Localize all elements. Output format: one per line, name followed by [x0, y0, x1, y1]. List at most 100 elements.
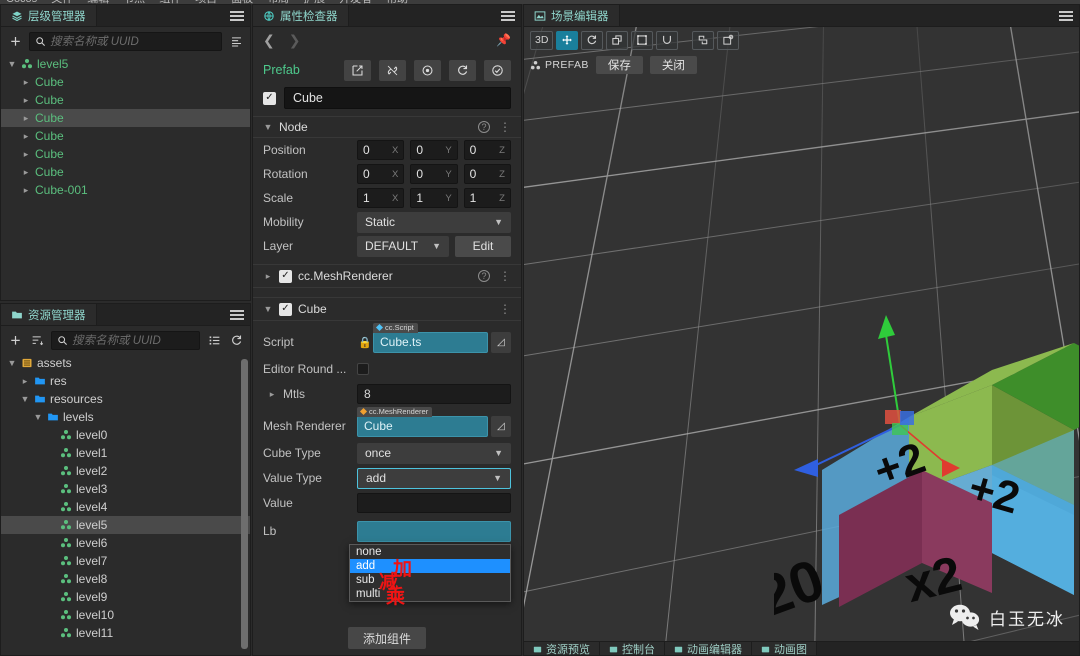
value-type-option-none[interactable]: none — [350, 545, 510, 559]
chevron-down-icon[interactable]: ▼ — [263, 304, 273, 314]
node-section-header[interactable]: ▼ Node ? ⋮ — [253, 116, 521, 138]
asset-item-level3[interactable]: ▸level3 — [1, 480, 250, 498]
hierarchy-node-cube[interactable]: ▸ Cube — [1, 163, 250, 181]
mobility-select[interactable]: Static ▼ — [357, 211, 511, 233]
help-icon[interactable]: ? — [478, 121, 490, 133]
rotation-z-input[interactable]: 0Z — [463, 164, 511, 184]
position-z-input[interactable]: 0Z — [463, 140, 511, 160]
cube-type-select[interactable]: once ▼ — [357, 442, 511, 464]
hierarchy-filter-button[interactable] — [228, 33, 244, 49]
reset-prefab-button[interactable] — [449, 59, 476, 81]
rotate-tool-button[interactable] — [581, 30, 604, 50]
locate-prefab-button[interactable] — [414, 59, 441, 81]
hierarchy-node-cube-001[interactable]: ▸ Cube-001 — [1, 181, 250, 199]
component-options-icon[interactable]: ⋮ — [499, 270, 511, 282]
scene-viewport[interactable]: +2 +2 x2 20 3D PREFAB 保存 关闭 白玉无冰 资源预览 控制… — [524, 27, 1079, 655]
chevron-right-icon[interactable]: ▸ — [21, 167, 31, 178]
value-type-option-add[interactable]: add — [350, 559, 510, 573]
bottom-tab-动画图[interactable]: 动画图 — [752, 642, 817, 655]
value-type-option-sub[interactable]: sub — [350, 573, 510, 587]
position-x-input[interactable]: 0X — [357, 140, 405, 160]
asset-item-levels[interactable]: ▼ levels — [1, 408, 250, 426]
move-tool-button[interactable] — [556, 30, 579, 50]
scale-x-input[interactable]: 1X — [357, 188, 405, 208]
unlink-prefab-button[interactable] — [379, 59, 406, 81]
scene-toolbar[interactable]: 3D — [524, 27, 1079, 53]
position-y-input[interactable]: 0Y — [410, 140, 458, 160]
cube-enabled-checkbox[interactable]: ✓ — [279, 302, 292, 316]
anchor-mode-button[interactable] — [692, 30, 715, 50]
apply-prefab-button[interactable] — [484, 59, 511, 81]
mesh-renderer-picker-button[interactable]: ◿ — [491, 415, 511, 437]
tab-assets[interactable]: 资源管理器 — [1, 304, 97, 325]
asset-item-assets[interactable]: ▼ assets — [1, 354, 250, 372]
chevron-right-icon[interactable]: ▸ — [21, 95, 31, 106]
node-options-icon[interactable]: ⋮ — [499, 121, 511, 133]
coord-mode-button[interactable] — [717, 30, 740, 50]
chevron-right-icon[interactable]: ❯ — [289, 32, 301, 49]
asset-item-level4[interactable]: ▸level4 — [1, 498, 250, 516]
lb-asset-field[interactable] — [357, 520, 511, 542]
hierarchy-node-level5[interactable]: ▼ level5 — [1, 55, 250, 73]
rotation-x-input[interactable]: 0X — [357, 164, 405, 184]
chevron-left-icon[interactable]: ❮ — [263, 32, 275, 49]
inspector-menu-button[interactable] — [495, 5, 521, 26]
hierarchy-node-cube[interactable]: ▸ Cube — [1, 73, 250, 91]
chevron-down-icon[interactable]: ▼ — [7, 59, 17, 69]
asset-item-resources[interactable]: ▼ resources — [1, 390, 250, 408]
scale-z-input[interactable]: 1Z — [463, 188, 511, 208]
tab-scene-editor[interactable]: 场景编辑器 — [524, 5, 620, 26]
asset-item-level2[interactable]: ▸level2 — [1, 462, 250, 480]
value-type-select[interactable]: add ▼ — [357, 467, 511, 489]
component-options-icon[interactable]: ⋮ — [499, 303, 511, 315]
asset-item-level1[interactable]: ▸level1 — [1, 444, 250, 462]
hierarchy-search-input[interactable]: 搜索名称或 UUID — [29, 31, 222, 51]
node-name-input[interactable]: Cube — [284, 87, 511, 109]
chevron-right-icon[interactable]: ▸ — [20, 376, 30, 387]
script-picker-button[interactable]: ◿ — [491, 331, 511, 353]
asset-item-level8[interactable]: ▸level8 — [1, 570, 250, 588]
mtls-input[interactable]: 8 — [357, 384, 511, 404]
add-node-button[interactable] — [7, 33, 23, 49]
assets-tree[interactable]: ▼assets▸res▼resources▼levels▸level0▸leve… — [1, 354, 250, 655]
cube-component-header[interactable]: ▼ ✓ Cube ⋮ — [253, 297, 521, 321]
help-icon[interactable]: ? — [478, 270, 490, 282]
chevron-right-icon[interactable]: ▸ — [21, 149, 31, 160]
tab-inspector[interactable]: 属性检查器 — [253, 5, 349, 26]
asset-item-level11[interactable]: ▸level11 — [1, 624, 250, 642]
value-type-dropdown[interactable]: none add sub multi — [349, 544, 511, 602]
assets-menu-button[interactable] — [224, 304, 250, 325]
editor-round-checkbox[interactable] — [357, 363, 369, 375]
node-enabled-checkbox[interactable]: ✓ — [263, 91, 276, 105]
pin-icon[interactable]: 📌 — [496, 33, 511, 47]
gizmo-y-arrow[interactable] — [878, 315, 895, 339]
assets-refresh-button[interactable] — [228, 332, 244, 348]
add-component-button[interactable]: 添加组件 — [348, 627, 426, 649]
cube-object[interactable]: +2 +2 x2 20 — [774, 315, 1079, 625]
chevron-right-icon[interactable]: ▸ — [267, 389, 277, 400]
gizmo-z-arrow[interactable] — [794, 459, 818, 477]
gizmo-x-plane[interactable] — [885, 410, 901, 424]
layer-select[interactable]: DEFAULT ▼ — [357, 235, 449, 257]
scene-menu-button[interactable] — [1053, 5, 1079, 26]
mesh-renderer-component-header[interactable]: ▸ ✓ cc.MeshRenderer ? ⋮ — [253, 264, 521, 288]
value-type-option-multi[interactable]: multi — [350, 587, 510, 601]
scale-tool-button[interactable] — [606, 30, 629, 50]
assets-scrollbar[interactable] — [241, 359, 248, 649]
edit-prefab-button[interactable] — [344, 59, 371, 81]
hierarchy-tree[interactable]: ▼ level5 ▸ Cube ▸ Cube ▸ Cube ▸ Cube ▸ Cube ▸ Cube ▸ Cu… — [1, 55, 250, 300]
bottom-tab-动画编辑器[interactable]: 动画编辑器 — [665, 642, 752, 655]
chevron-right-icon[interactable]: ▸ — [21, 185, 31, 196]
asset-item-level5[interactable]: ▸level5 — [1, 516, 250, 534]
rotation-y-input[interactable]: 0Y — [410, 164, 458, 184]
hierarchy-node-cube[interactable]: ▸ Cube — [1, 145, 250, 163]
asset-item-level7[interactable]: ▸level7 — [1, 552, 250, 570]
assets-search-input[interactable]: 搜索名称或 UUID — [51, 330, 200, 350]
pivot-tool-button[interactable] — [656, 30, 679, 50]
asset-item-level0[interactable]: ▸level0 — [1, 426, 250, 444]
hierarchy-node-cube[interactable]: ▸ Cube — [1, 109, 250, 127]
mesh-renderer-asset-field[interactable]: Cube — [357, 415, 488, 437]
bottom-tab-资源预览[interactable]: 资源预览 — [524, 642, 600, 655]
asset-item-level9[interactable]: ▸level9 — [1, 588, 250, 606]
add-asset-button[interactable] — [7, 332, 23, 348]
